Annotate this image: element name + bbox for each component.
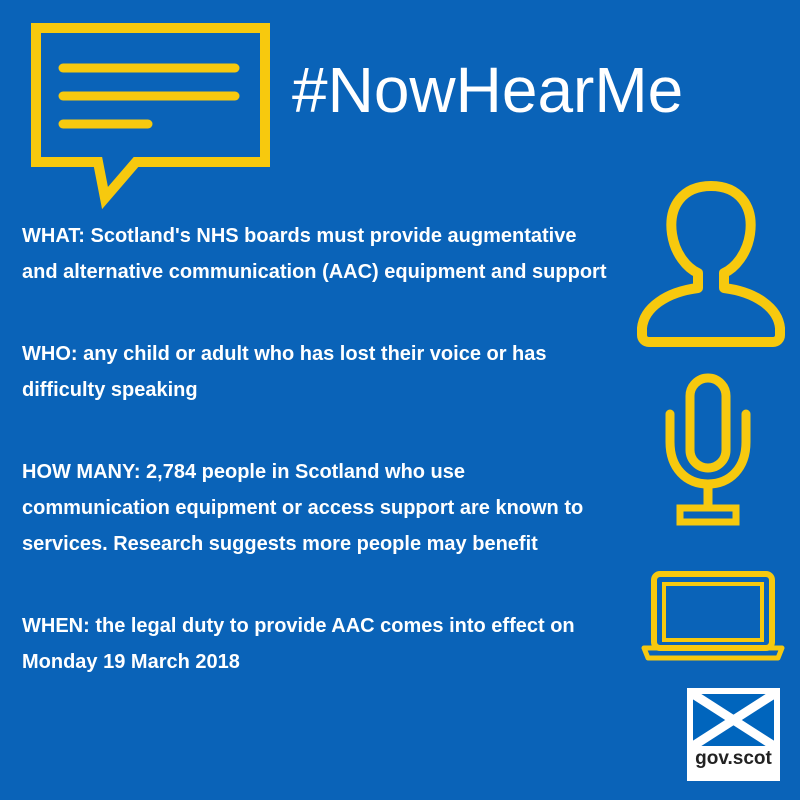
speech-bubble-icon	[31, 23, 270, 210]
who-paragraph: WHO: any child or adult who has lost the…	[22, 343, 547, 401]
microphone-icon	[665, 373, 751, 526]
info-text: WHAT: Scotland's NHS boards must provide…	[22, 218, 612, 726]
what-paragraph: WHAT: Scotland's NHS boards must provide…	[22, 225, 607, 283]
saltire-flag-icon	[693, 694, 774, 746]
gov-scot-logo: gov.scot	[687, 688, 780, 781]
page-title: #NowHearMe	[292, 54, 684, 126]
person-icon	[637, 181, 785, 347]
laptop-icon	[641, 571, 785, 661]
when-paragraph: WHEN: the legal duty to provide AAC come…	[22, 615, 575, 673]
gov-scot-label: gov.scot	[695, 748, 772, 769]
how-many-paragraph: HOW MANY: 2,784 people in Scotland who u…	[22, 461, 584, 555]
